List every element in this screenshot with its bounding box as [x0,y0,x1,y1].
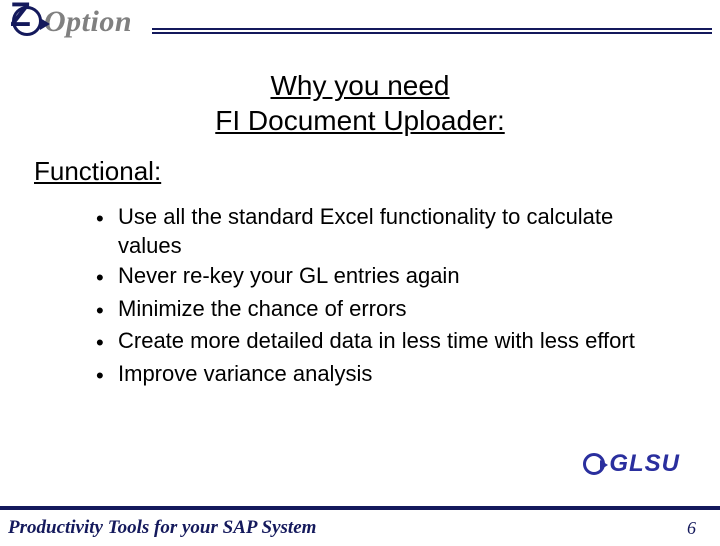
list-item: • Improve variance analysis [96,360,660,391]
list-item: • Create more detailed data in less time… [96,327,660,358]
arrow-right-icon [600,460,608,470]
zoption-logo: Z Option [10,4,132,40]
list-item: • Minimize the chance of errors [96,295,660,326]
title-line-1: Why you need [0,68,720,103]
bullet-text: Create more detailed data in less time w… [118,327,635,356]
bullet-text: Minimize the chance of errors [118,295,407,324]
bullet-icon: • [96,327,118,358]
z-letter: Z [10,0,31,32]
header-rule [152,28,712,34]
bullet-icon: • [96,360,118,391]
list-item: • Never re-key your GL entries again [96,262,660,293]
bullet-icon: • [96,262,118,293]
list-item: • Use all the standard Excel functionali… [96,203,660,260]
title-line-2: FI Document Uploader: [0,103,720,138]
header: Z Option [0,6,720,54]
bullet-list: • Use all the standard Excel functionali… [96,203,660,391]
z-mark-icon: Z [10,4,46,40]
option-word: Option [44,5,132,39]
footer: Productivity Tools for your SAP System 6 [0,506,720,546]
arrow-right-icon [40,18,50,30]
slide-title: Why you need FI Document Uploader: [0,68,720,138]
bullet-text: Use all the standard Excel functionality… [118,203,660,260]
bullet-icon: • [96,295,118,326]
glsu-text: GLSU [609,450,680,478]
glsu-logo: GLSU [583,450,680,478]
page-number: 6 [687,518,696,539]
glsu-circle-icon [583,453,605,475]
bullet-text: Never re-key your GL entries again [118,262,460,291]
bullet-icon: • [96,203,118,234]
section-subhead: Functional: [34,156,720,187]
footer-tagline: Productivity Tools for your SAP System [8,517,316,539]
bullet-text: Improve variance analysis [118,360,372,389]
